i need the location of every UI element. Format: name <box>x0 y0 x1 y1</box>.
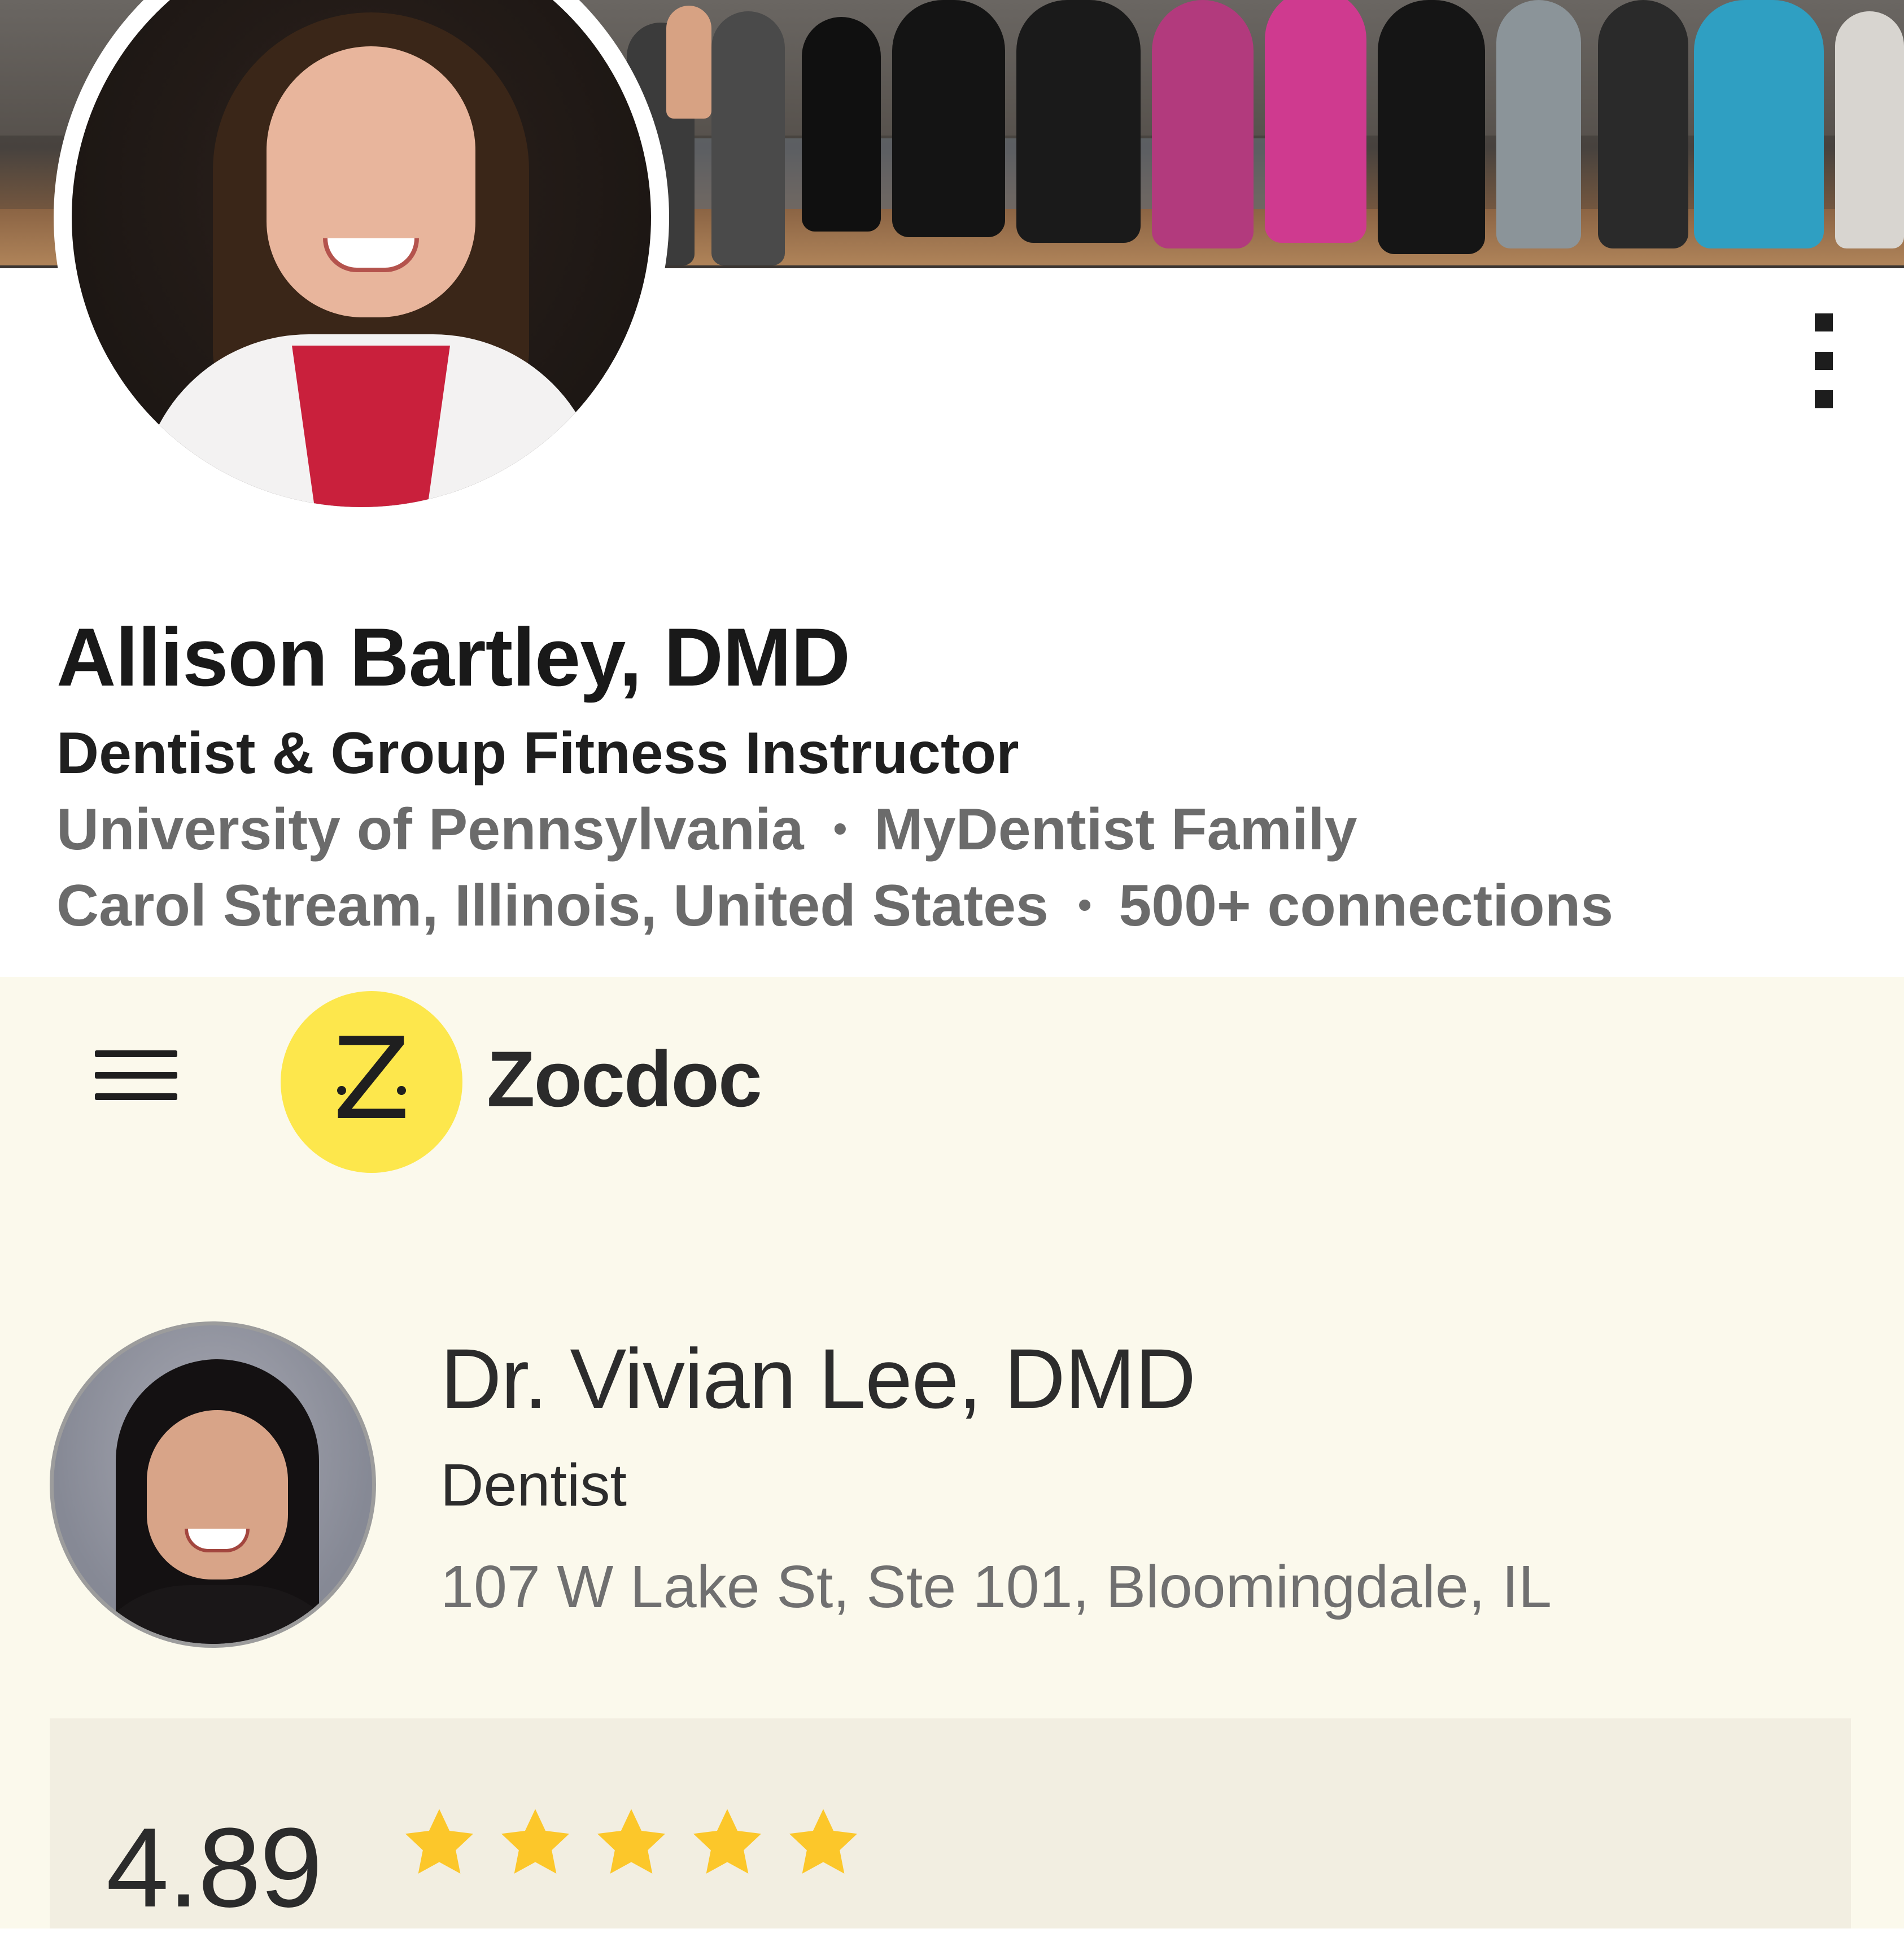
doctor-address: 107 W Lake St, Ste 101, Bloomingdale, IL <box>440 1554 1552 1620</box>
doctor-avatar <box>50 1321 376 1648</box>
separator-dot: • <box>833 806 848 850</box>
rating-stars <box>400 1803 880 1882</box>
profile-headline: Dentist & Group Fitness Instructor <box>56 721 1019 786</box>
rating-value: 4.89 <box>106 1805 322 1931</box>
separator-dot: • <box>1077 882 1092 927</box>
profile-education-company: University of Pennsylvania • MyDentist Fam… <box>56 796 1357 863</box>
linkedin-profile-card: Allison Bartley, DMD Dentist & Group Fit… <box>0 0 1904 977</box>
hamburger-menu-icon[interactable] <box>95 1050 177 1107</box>
star-icon <box>400 1803 479 1882</box>
zocdoc-logo[interactable]: Z <box>281 991 462 1173</box>
zocdoc-brand-name[interactable]: Zocdoc <box>487 1033 762 1125</box>
star-icon <box>784 1803 863 1882</box>
doctor-name: Dr. Vivian Lee, DMD <box>440 1331 1196 1426</box>
vertical-ellipsis-icon[interactable] <box>1807 313 1841 409</box>
connections-link[interactable]: 500+ connections <box>1119 873 1613 939</box>
company-link[interactable]: MyDentist Family <box>874 797 1357 862</box>
doctor-specialty: Dentist <box>440 1452 627 1519</box>
profile-avatar[interactable] <box>54 0 669 525</box>
star-icon <box>688 1803 767 1882</box>
location-text: Carol Stream, Illinois, United States <box>56 873 1049 939</box>
rating-card: 4.89 <box>50 1718 1851 1931</box>
zocdoc-logo-letter: Z <box>333 1014 411 1145</box>
profile-name: Allison Bartley, DMD <box>56 611 850 703</box>
education-link[interactable]: University of Pennsylvania <box>56 797 804 862</box>
star-icon <box>496 1803 575 1882</box>
star-icon <box>592 1803 671 1882</box>
zocdoc-page: Z Zocdoc Dr. Vivian Lee, DMD Dentist 107… <box>0 977 1904 1931</box>
profile-location-connections: Carol Stream, Illinois, United States • 50… <box>56 872 1613 940</box>
